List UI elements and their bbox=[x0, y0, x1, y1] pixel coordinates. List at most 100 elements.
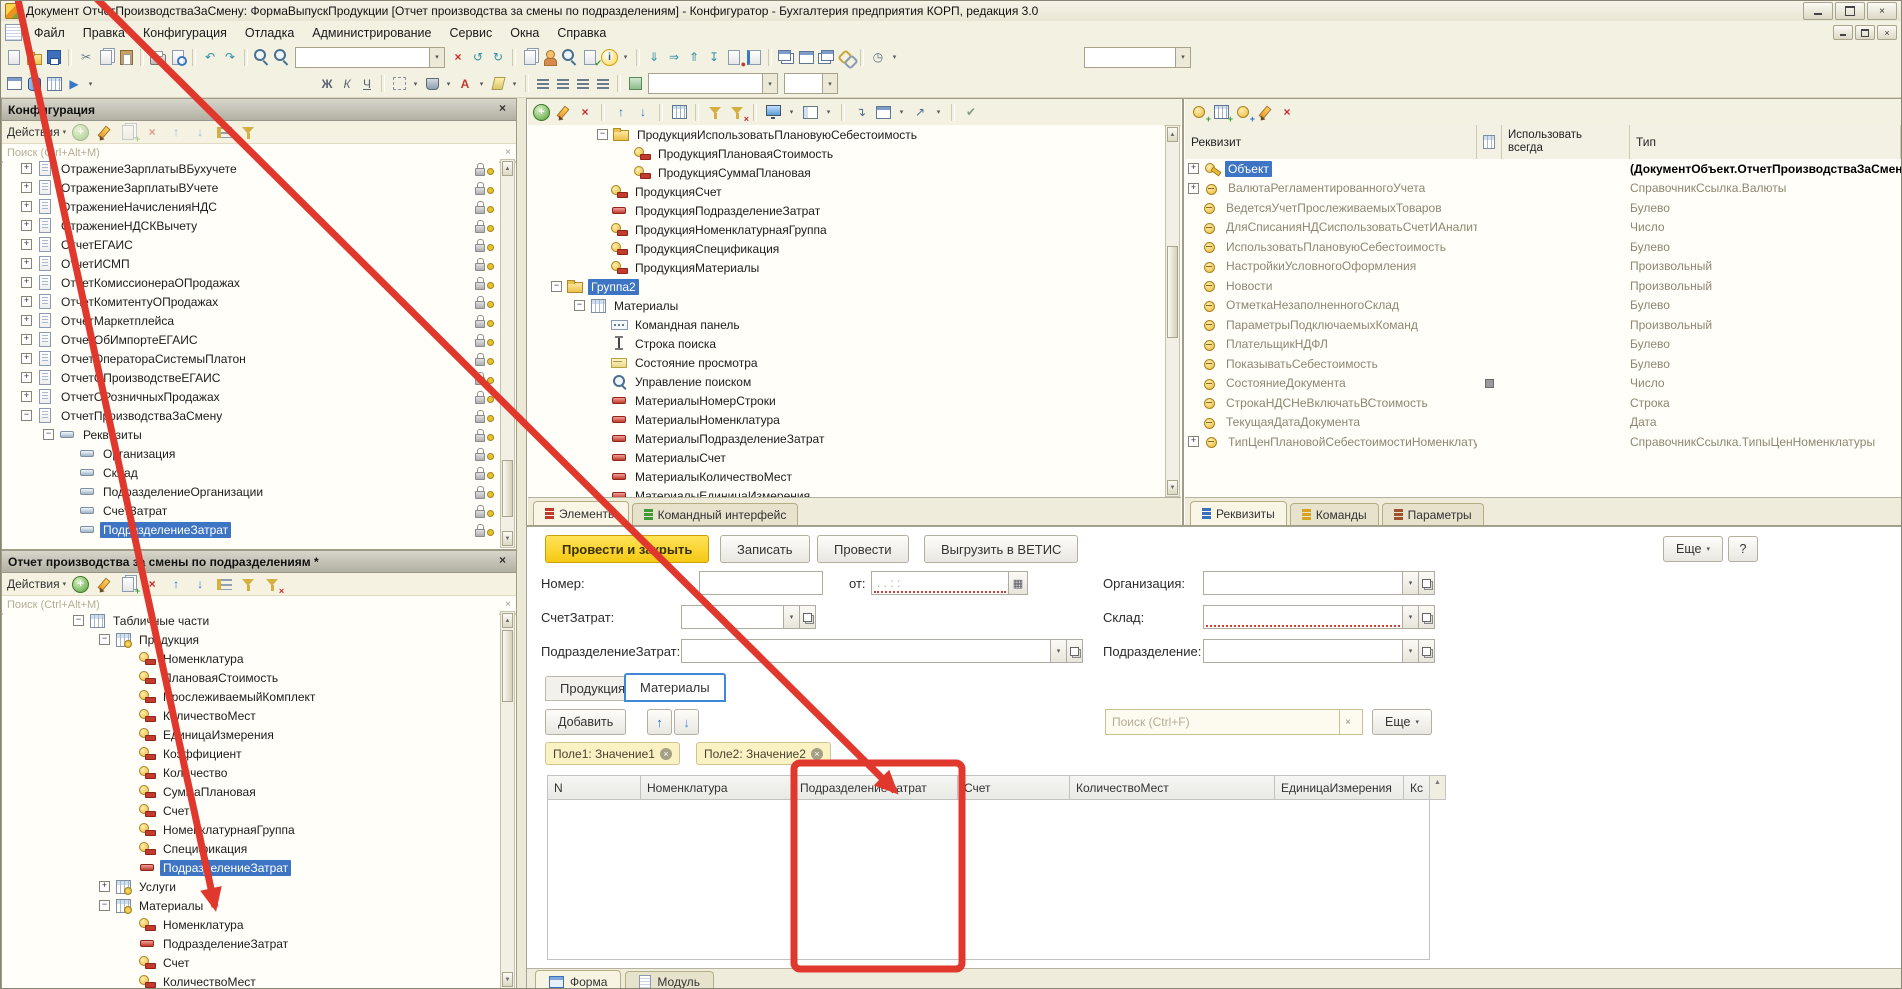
tree-item[interactable]: ПодразделениеЗатрат bbox=[3, 858, 499, 877]
expand-icon[interactable]: + bbox=[1188, 183, 1199, 194]
tree-item[interactable]: −Материалы bbox=[528, 296, 1164, 315]
copy-special-icon[interactable] bbox=[521, 49, 539, 66]
cut-icon[interactable]: ✂ bbox=[77, 49, 95, 66]
tab-module[interactable]: Модуль bbox=[625, 971, 714, 989]
attribute-row[interactable]: НовостиПроизвольный bbox=[1185, 276, 1901, 296]
attribute-row[interactable]: ПоказыватьСебестоимостьБулево bbox=[1185, 354, 1901, 374]
underline-icon[interactable]: Ч bbox=[358, 75, 376, 92]
cost-account-input[interactable] bbox=[681, 605, 784, 629]
tree-item[interactable]: Командная панель bbox=[528, 315, 1164, 334]
collapse-icon[interactable]: − bbox=[574, 300, 585, 311]
help-button[interactable]: ? bbox=[1728, 536, 1758, 562]
move-row-down-button[interactable]: ↓ bbox=[674, 709, 699, 735]
tab-parameters[interactable]: Параметры bbox=[1382, 503, 1484, 525]
date-input[interactable]: . . : : bbox=[871, 571, 1009, 595]
highlight-icon[interactable] bbox=[489, 75, 507, 92]
info-icon[interactable]: i bbox=[601, 49, 618, 66]
dropdown-icon[interactable]: ▾ bbox=[896, 104, 907, 121]
collapse-icon[interactable]: − bbox=[551, 281, 562, 292]
collapse-icon[interactable]: − bbox=[43, 429, 54, 440]
expand-icon[interactable]: + bbox=[21, 277, 32, 288]
tree-item[interactable]: МатериалыЕдиницаИзмерения bbox=[528, 486, 1164, 497]
edit-icon[interactable] bbox=[1256, 104, 1274, 121]
panel-close-icon[interactable]: × bbox=[495, 102, 510, 117]
move-down-icon[interactable]: ↓ bbox=[634, 104, 652, 121]
expand-icon[interactable]: + bbox=[21, 334, 32, 345]
dropdown-icon[interactable]: ▾ bbox=[620, 49, 631, 66]
tab-commands[interactable]: Команды bbox=[1290, 503, 1379, 525]
tab-command-interface[interactable]: Командный интерфейс bbox=[632, 503, 799, 525]
menu-item-0[interactable]: Файл bbox=[25, 24, 74, 42]
tree-item[interactable]: ПродукцияНоменклатурнаяГруппа bbox=[528, 220, 1164, 239]
filter-icon[interactable] bbox=[239, 576, 257, 593]
move-to-group-icon[interactable]: ↴ bbox=[852, 104, 870, 121]
menu-item-6[interactable]: Окна bbox=[501, 24, 548, 42]
delete-icon[interactable]: × bbox=[1278, 104, 1296, 121]
delete-icon[interactable]: × bbox=[143, 576, 161, 593]
scroll-up-icon[interactable]: ▲ bbox=[502, 161, 513, 176]
menu-item-3[interactable]: Отладка bbox=[236, 24, 303, 42]
tree-item[interactable]: −ПродукцияИспользоватьПлановуюСебестоимо… bbox=[528, 125, 1164, 144]
dropdown-icon[interactable]: ▾ bbox=[85, 75, 96, 92]
collapse-icon[interactable]: − bbox=[99, 634, 110, 645]
search-clear-icon[interactable]: × bbox=[505, 599, 511, 610]
table-more-button[interactable]: Еще▾ bbox=[1372, 709, 1432, 735]
attribute-row[interactable]: +ТипЦенПлановойСебестоимостиНоменклатур.… bbox=[1185, 432, 1901, 452]
expand-icon[interactable]: + bbox=[21, 258, 32, 269]
expand-icon[interactable]: + bbox=[21, 182, 32, 193]
tree-item[interactable]: ПодразделениеЗатрат bbox=[3, 520, 499, 539]
step-over-icon[interactable]: ⇒ bbox=[665, 49, 683, 66]
clear-filter-icon[interactable]: × bbox=[263, 576, 281, 593]
tree-item[interactable]: КоличествоМест bbox=[3, 706, 499, 725]
expand-icon[interactable]: + bbox=[21, 220, 32, 231]
open-icon[interactable] bbox=[25, 49, 43, 66]
move-down-icon[interactable]: ↓ bbox=[191, 124, 209, 141]
combo-dropdown-icon[interactable]: ▾ bbox=[822, 74, 837, 93]
go-back-icon[interactable]: ↺ bbox=[469, 49, 487, 66]
write-button[interactable]: Записать bbox=[720, 535, 810, 563]
tree-item[interactable]: Номенклатура bbox=[3, 649, 499, 668]
scroll-thumb[interactable] bbox=[1167, 246, 1178, 338]
attribute-row[interactable]: +Объект(ДокументОбъект.ОтчетПроизводства… bbox=[1185, 159, 1901, 179]
attribute-row[interactable]: СтрокаНДСНеВключатьВСтоимостьСтрока bbox=[1185, 393, 1901, 413]
move-up-icon[interactable]: ↑ bbox=[167, 124, 185, 141]
table-column-header[interactable]: Подразделение затрат bbox=[794, 775, 958, 800]
scroll-thumb[interactable] bbox=[502, 460, 513, 517]
clear-search-icon[interactable]: × bbox=[449, 49, 467, 66]
scroll-down-icon[interactable]: ▼ bbox=[502, 972, 513, 987]
tree-item[interactable]: ПродукцияПлановаяСтоимость bbox=[528, 144, 1164, 163]
attribute-row[interactable]: ДляСписанияНДСиспользоватьСчетИАналит...… bbox=[1185, 218, 1901, 238]
preview-form-icon[interactable] bbox=[764, 104, 782, 121]
table-scroll-up-icon[interactable]: ▲ bbox=[1430, 775, 1446, 800]
menu-item-1[interactable]: Правка bbox=[74, 24, 134, 42]
table-search-input[interactable]: Поиск (Ctrl+F) × bbox=[1105, 709, 1363, 735]
expand-icon[interactable]: + bbox=[21, 353, 32, 364]
tree-item[interactable]: +ОтчетОПроизводствеЕГАИС bbox=[3, 368, 499, 387]
tree-item[interactable]: +ОтчетЕГАИС bbox=[3, 235, 499, 254]
tree-item[interactable]: +ОтражениеЗарплатыВУчете bbox=[3, 178, 499, 197]
tree-item[interactable]: Номенклатура bbox=[3, 915, 499, 934]
tree-item[interactable]: +ОтчетИСМП bbox=[3, 254, 499, 273]
combo-dropdown-icon[interactable]: ▾ bbox=[1175, 48, 1190, 67]
align-center-icon[interactable] bbox=[554, 75, 572, 92]
arrange-icon[interactable] bbox=[801, 104, 819, 121]
collapse-icon[interactable]: − bbox=[99, 900, 110, 911]
add-icon[interactable]: + bbox=[533, 104, 550, 121]
collapse-icon[interactable]: − bbox=[21, 410, 32, 421]
tree-item[interactable]: +ОтчетОператораСистемыПлатон bbox=[3, 349, 499, 368]
delete-icon[interactable]: × bbox=[143, 124, 161, 141]
add-icon[interactable]: + bbox=[72, 124, 89, 141]
align-left-icon[interactable] bbox=[534, 75, 552, 92]
stretch-icon[interactable]: ↗ bbox=[911, 104, 929, 121]
search-in-modules-icon[interactable] bbox=[561, 49, 579, 66]
tree-item[interactable]: КоличествоМест bbox=[3, 972, 499, 988]
find-replace-icon[interactable] bbox=[273, 49, 291, 66]
cost-account-dropdown-icon[interactable]: ▾ bbox=[783, 605, 800, 629]
post-button[interactable]: Провести bbox=[817, 535, 909, 563]
tree-item[interactable]: Счет bbox=[3, 801, 499, 820]
table-column-header[interactable]: ЕдиницаИзмерения bbox=[1275, 775, 1404, 800]
table-column-header[interactable]: КоличествоМест bbox=[1070, 775, 1275, 800]
tree-item[interactable]: ПрослеживаемыйКомплект bbox=[3, 687, 499, 706]
save-icon[interactable] bbox=[45, 49, 63, 66]
syntax-assistant-icon[interactable] bbox=[541, 49, 559, 66]
